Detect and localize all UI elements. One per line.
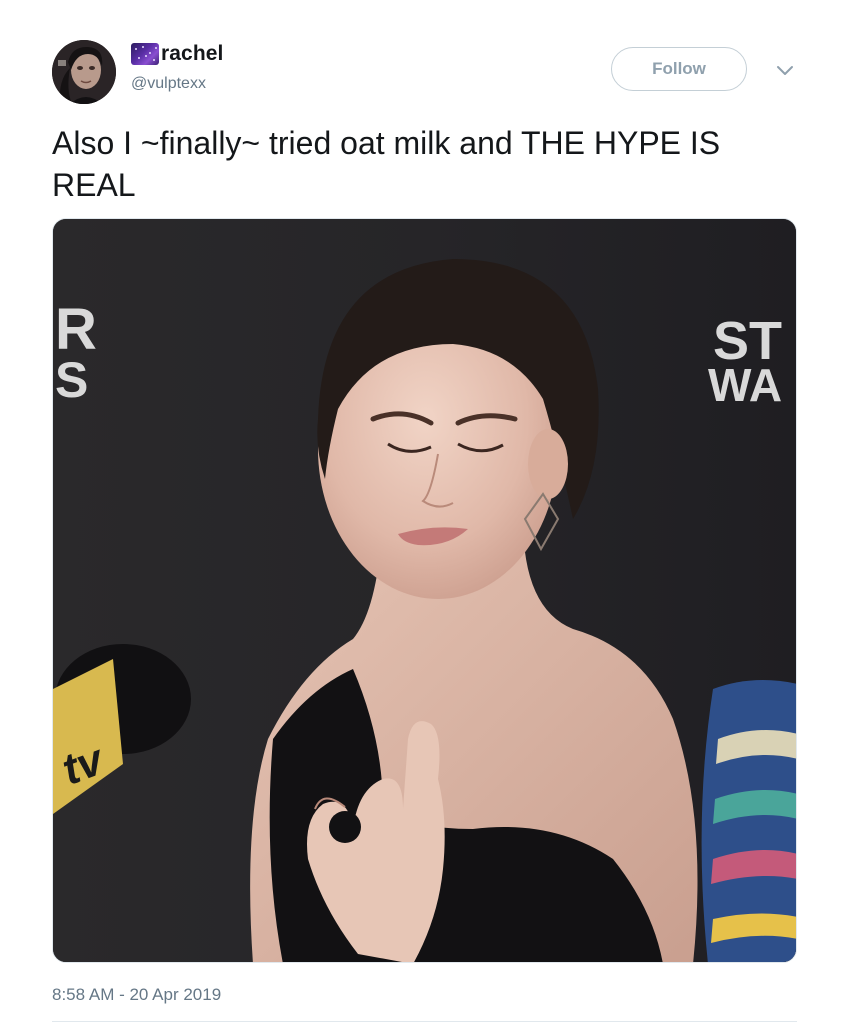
- media-photo: R S ST WA tv: [53, 219, 796, 962]
- display-name-row[interactable]: rachel: [131, 42, 223, 66]
- display-name: rachel: [161, 42, 224, 65]
- avatar[interactable]: [52, 40, 116, 104]
- galaxy-emoji-icon: [131, 43, 159, 65]
- backdrop-logo-left-2: S: [55, 352, 88, 408]
- divider: [52, 1021, 797, 1022]
- backdrop-logo-right-2: WA: [708, 359, 782, 411]
- tweet-timestamp[interactable]: 8:58 AM - 20 Apr 2019: [52, 985, 221, 1005]
- tweet-text: Also I ~finally~ tried oat milk and THE …: [52, 125, 721, 203]
- tweet-card: rachel @vulptexx Follow Also I ~finally~…: [0, 0, 843, 1024]
- follow-button[interactable]: Follow: [611, 47, 747, 91]
- user-handle[interactable]: @vulptexx: [131, 75, 206, 93]
- avatar-image: [52, 40, 116, 104]
- chevron-down-icon[interactable]: [774, 62, 796, 78]
- tweet-media-image[interactable]: R S ST WA tv: [52, 218, 797, 963]
